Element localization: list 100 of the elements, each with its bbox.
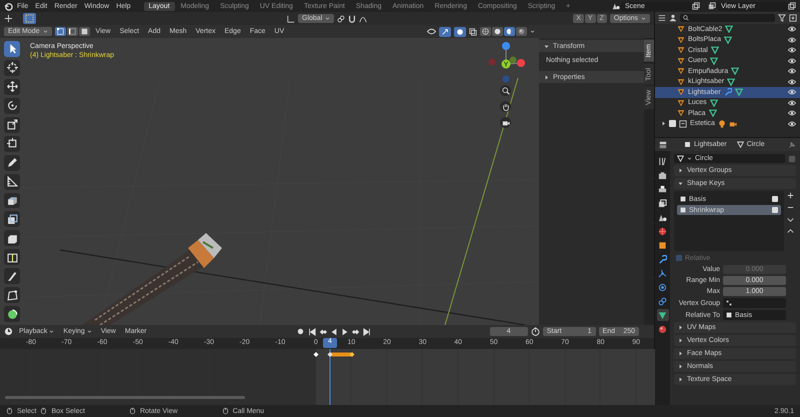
jump-end-icon[interactable] — [362, 328, 371, 336]
collapsed-triangle-icon[interactable] — [678, 325, 683, 330]
eye-icon[interactable] — [788, 36, 796, 44]
shape-key-checkbox[interactable] — [772, 196, 778, 202]
play-reverse-icon[interactable] — [330, 328, 338, 336]
link-icon[interactable] — [337, 14, 346, 22]
properties-tab[interactable] — [656, 267, 668, 279]
list-icon[interactable] — [658, 14, 666, 22]
collection-checkbox[interactable] — [669, 120, 676, 128]
tool-button[interactable] — [4, 116, 20, 133]
select-mode-toggle[interactable] — [54, 27, 66, 36]
eye-icon[interactable] — [788, 88, 796, 96]
blender-logo-icon[interactable] — [4, 2, 13, 10]
tool-button[interactable] — [4, 211, 20, 228]
eye-icon[interactable] — [788, 25, 796, 34]
eye-icon[interactable] — [788, 46, 796, 54]
select-mode-toggle[interactable] — [78, 27, 90, 36]
knife-icon — [6, 270, 18, 282]
pin-icon[interactable] — [788, 140, 796, 148]
vertex-group-field[interactable] — [723, 298, 786, 308]
select-mode-toggle[interactable] — [66, 27, 78, 36]
falloff-curve-icon[interactable] — [359, 14, 368, 22]
stopwatch-icon[interactable] — [530, 327, 540, 336]
expanded-triangle-icon[interactable] — [544, 44, 549, 48]
triangle-icon — [677, 46, 685, 54]
camera-view-button[interactable] — [500, 117, 511, 128]
tool-button[interactable] — [4, 249, 20, 266]
eye-icon[interactable] — [788, 109, 796, 118]
add-icon[interactable] — [786, 191, 795, 200]
tool-button[interactable] — [4, 306, 20, 322]
tool-button[interactable] — [4, 78, 20, 95]
next-keyframe-icon[interactable] — [352, 328, 360, 336]
properties-tab[interactable] — [656, 295, 668, 307]
zoom-button[interactable] — [500, 85, 511, 96]
xray-icon[interactable] — [469, 28, 477, 36]
camera-icon — [502, 118, 510, 126]
axes-icon[interactable] — [287, 14, 296, 22]
collapsed-triangle-icon[interactable] — [678, 377, 683, 382]
new-collection-icon[interactable] — [789, 14, 797, 22]
tool-button[interactable] — [4, 174, 20, 190]
properties-tab[interactable] — [656, 253, 668, 265]
eye-icon[interactable] — [788, 98, 796, 107]
square-icon — [658, 240, 667, 250]
box-select-icon[interactable] — [25, 14, 34, 23]
caret-icon — [687, 156, 692, 161]
properties-tab[interactable] — [656, 309, 668, 321]
collapsed-triangle-icon[interactable] — [678, 168, 683, 173]
mouse-icon — [6, 407, 13, 415]
scene-icon[interactable] — [612, 2, 620, 10]
jump-start-icon[interactable] — [308, 328, 316, 336]
tool-button[interactable] — [4, 192, 20, 208]
tool-button[interactable] — [4, 230, 20, 246]
eye-icon[interactable] — [788, 78, 796, 86]
polygon-icon — [6, 290, 18, 301]
cube-icon — [6, 194, 18, 206]
triangle-icon — [677, 56, 685, 65]
shading-mode-toggle[interactable] — [480, 27, 491, 36]
keyframe-drawing[interactable] — [314, 352, 354, 357]
properties-tab[interactable] — [656, 155, 668, 167]
shape-key-checkbox[interactable] — [772, 207, 778, 213]
eye-icon[interactable] — [427, 27, 436, 36]
copy-icon[interactable] — [692, 2, 700, 10]
copy-icon[interactable] — [788, 2, 796, 10]
gizmo-icon[interactable] — [441, 28, 449, 36]
tool-button[interactable] — [4, 136, 20, 152]
record-icon[interactable] — [296, 327, 305, 336]
collapsed-triangle-icon[interactable] — [678, 338, 683, 343]
eye-icon[interactable] — [788, 120, 796, 128]
editor-type-icon[interactable] — [659, 140, 667, 148]
clock-icon[interactable] — [4, 327, 13, 336]
collapsed-triangle-icon[interactable] — [678, 364, 683, 369]
tool-button[interactable] — [4, 287, 20, 304]
shading-mode-toggle[interactable] — [492, 27, 503, 36]
collapsed-triangle-icon[interactable] — [544, 74, 549, 80]
tool-button[interactable] — [4, 41, 20, 57]
tool-button[interactable] — [4, 154, 20, 171]
tool-button[interactable] — [4, 98, 20, 114]
prev-keyframe-icon[interactable] — [318, 328, 327, 336]
shading-mode-toggle[interactable] — [516, 27, 527, 36]
tool-button[interactable] — [4, 60, 20, 76]
properties-tab[interactable] — [656, 183, 668, 195]
properties-tab[interactable] — [656, 323, 668, 335]
scrollbar[interactable] — [5, 396, 245, 399]
eye-icon[interactable] — [788, 67, 796, 76]
properties-tab[interactable] — [656, 197, 668, 209]
search-field[interactable] — [680, 14, 775, 22]
expanded-triangle-icon[interactable] — [678, 181, 683, 186]
pan-button[interactable] — [500, 101, 511, 112]
properties-tab[interactable] — [656, 281, 668, 293]
filter-icon[interactable] — [778, 14, 786, 22]
overlay-icon[interactable] — [456, 28, 464, 36]
eye-icon[interactable] — [788, 56, 796, 65]
shading-mode-toggle[interactable] — [504, 27, 515, 36]
play-icon[interactable] — [340, 328, 349, 336]
collapsed-triangle-icon[interactable] — [678, 351, 683, 356]
layers-icon[interactable] — [708, 2, 716, 10]
filter-people-icon[interactable] — [669, 14, 677, 22]
collapsed-triangle-icon[interactable] — [661, 121, 666, 126]
tool-button[interactable] — [4, 268, 20, 284]
magnet-icon[interactable] — [348, 14, 356, 22]
